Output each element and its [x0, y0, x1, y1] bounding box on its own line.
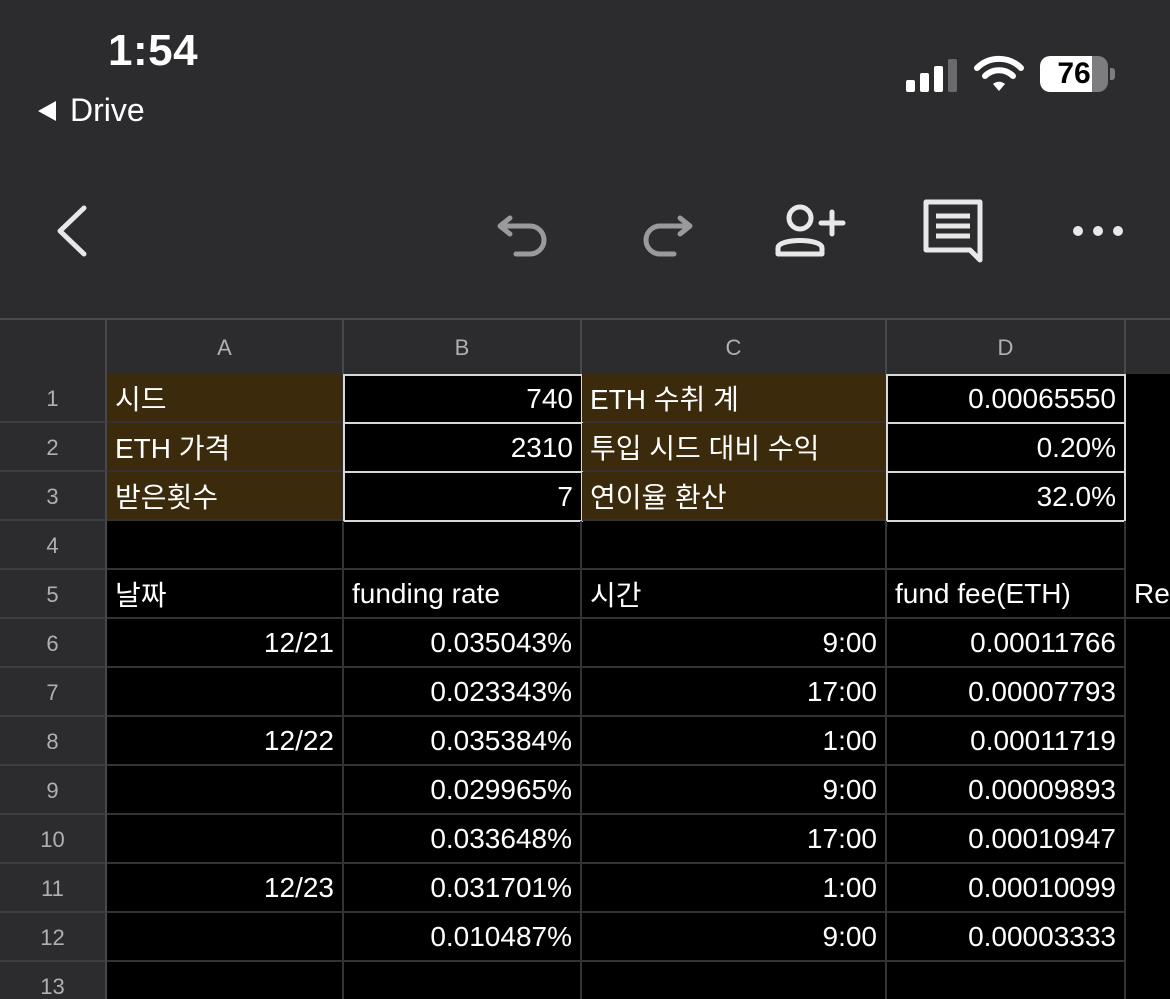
cell-c4[interactable]	[582, 521, 887, 570]
row-header-12[interactable]: 12	[0, 913, 107, 962]
cell-c11[interactable]: 1:00	[582, 864, 887, 913]
back-to-drive-link[interactable]: Drive	[38, 92, 145, 129]
cell-b7[interactable]: 0.023343%	[344, 668, 582, 717]
battery-nub	[1110, 68, 1115, 80]
cell-b9[interactable]: 0.029965%	[344, 766, 582, 815]
row-header-4[interactable]: 4	[0, 521, 107, 570]
column-header-c[interactable]: C	[582, 320, 887, 376]
row-header-9[interactable]: 9	[0, 766, 107, 815]
cell-b6[interactable]: 0.035043%	[344, 619, 582, 668]
back-triangle-icon	[38, 100, 56, 121]
cell-a3[interactable]: 받은횟수	[107, 472, 344, 521]
cell-d2[interactable]: 0.20%	[886, 422, 1126, 473]
undo-icon[interactable]	[494, 196, 554, 266]
spreadsheet-grid[interactable]: A B C D 1 2 3 4 5 6 7 8 9 10 11 12 13 시드…	[0, 318, 1170, 999]
row-header-1[interactable]: 1	[0, 374, 107, 423]
column-header-d[interactable]: D	[887, 320, 1126, 376]
cell-a1[interactable]: 시드	[107, 374, 344, 423]
row-header-5[interactable]: 5	[0, 570, 107, 619]
cell-d8[interactable]: 0.00011719	[887, 717, 1126, 766]
cell-a13[interactable]	[107, 962, 344, 999]
select-all-corner[interactable]	[0, 320, 107, 376]
cell-a7[interactable]	[107, 668, 344, 717]
cell-c9[interactable]: 9:00	[582, 766, 887, 815]
column-header-a[interactable]: A	[107, 320, 344, 376]
row-header-13[interactable]: 13	[0, 962, 107, 999]
column-header-b[interactable]: B	[344, 320, 582, 376]
cell-a6[interactable]: 12/21	[107, 619, 344, 668]
cell-a12[interactable]	[107, 913, 344, 962]
cell-d10[interactable]: 0.00010947	[887, 815, 1126, 864]
column-header-row: A B C D	[0, 318, 1170, 376]
cell-a10[interactable]	[107, 815, 344, 864]
cell-d3[interactable]: 32.0%	[886, 471, 1126, 522]
cell-a2[interactable]: ETH 가격	[107, 423, 344, 472]
row-header-11[interactable]: 11	[0, 864, 107, 913]
battery-percent: 76	[1057, 57, 1091, 90]
status-time: 1:54	[108, 26, 199, 75]
cell-c1[interactable]: ETH 수취 계	[582, 374, 887, 423]
cell-b2[interactable]: 2310	[343, 422, 583, 473]
cellular-signal-icon	[906, 58, 960, 92]
cell-d4[interactable]	[887, 521, 1126, 570]
cell-b3[interactable]: 7	[343, 471, 583, 522]
cell-b12[interactable]: 0.010487%	[344, 913, 582, 962]
cell-a5[interactable]: 날짜	[107, 570, 344, 619]
row-header-6[interactable]: 6	[0, 619, 107, 668]
cell-a11[interactable]: 12/23	[107, 864, 344, 913]
wifi-icon	[974, 55, 1024, 91]
cell-b5[interactable]: funding rate	[344, 570, 582, 619]
cell-d11[interactable]: 0.00010099	[887, 864, 1126, 913]
row-header-8[interactable]: 8	[0, 717, 107, 766]
cell-b10[interactable]: 0.033648%	[344, 815, 582, 864]
cell-c13[interactable]	[582, 962, 887, 999]
more-icon[interactable]	[1070, 196, 1126, 266]
cell-d13[interactable]	[887, 962, 1126, 999]
cell-c6[interactable]: 9:00	[582, 619, 887, 668]
cell-c7[interactable]: 17:00	[582, 668, 887, 717]
back-label: Drive	[70, 92, 145, 128]
cell-e5[interactable]: Re	[1126, 570, 1170, 619]
chevron-left-icon[interactable]	[50, 196, 94, 266]
cell-d7[interactable]: 0.00007793	[887, 668, 1126, 717]
row-header-10[interactable]: 10	[0, 815, 107, 864]
cell-c3[interactable]: 연이율 환산	[582, 472, 887, 521]
cell-b11[interactable]: 0.031701%	[344, 864, 582, 913]
cell-c12[interactable]: 9:00	[582, 913, 887, 962]
cell-a4[interactable]	[107, 521, 344, 570]
battery-icon: 76	[1040, 56, 1108, 92]
cell-d5[interactable]: fund fee(ETH)	[887, 570, 1126, 619]
cell-c10[interactable]: 17:00	[582, 815, 887, 864]
redo-icon[interactable]	[636, 196, 696, 266]
cell-b1[interactable]: 740	[343, 374, 583, 424]
add-person-icon[interactable]	[774, 196, 846, 266]
cell-b8[interactable]: 0.035384%	[344, 717, 582, 766]
cell-d9[interactable]: 0.00009893	[887, 766, 1126, 815]
cell-b13[interactable]	[344, 962, 582, 999]
cell-b4[interactable]	[344, 521, 582, 570]
cell-a8[interactable]: 12/22	[107, 717, 344, 766]
cell-d6[interactable]: 0.00011766	[887, 619, 1126, 668]
cell-c8[interactable]: 1:00	[582, 717, 887, 766]
row-header-3[interactable]: 3	[0, 472, 107, 521]
cell-c5[interactable]: 시간	[582, 570, 887, 619]
cell-d1[interactable]: 0.00065550	[886, 374, 1126, 424]
comment-icon[interactable]	[920, 196, 986, 266]
cell-d12[interactable]: 0.00003333	[887, 913, 1126, 962]
cell-c2[interactable]: 투입 시드 대비 수익	[582, 423, 887, 472]
cell-a9[interactable]	[107, 766, 344, 815]
row-header-2[interactable]: 2	[0, 423, 107, 472]
row-header-7[interactable]: 7	[0, 668, 107, 717]
